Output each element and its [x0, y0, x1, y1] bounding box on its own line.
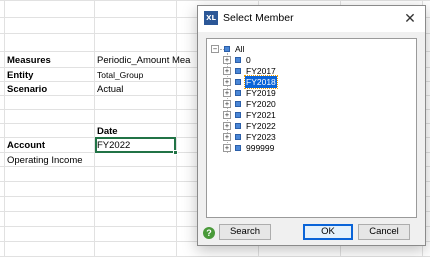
expand-icon[interactable]: +: [223, 144, 231, 152]
dialog-titlebar[interactable]: XL Select Member ✕: [198, 6, 425, 32]
expand-icon[interactable]: +: [223, 100, 231, 108]
help-icon[interactable]: ?: [203, 227, 215, 239]
grid-line: [94, 0, 95, 257]
expand-icon[interactable]: +: [223, 89, 231, 97]
collapse-icon[interactable]: −: [211, 45, 219, 53]
measures-label[interactable]: Measures: [7, 54, 51, 67]
member-node-icon: [235, 68, 241, 74]
measures-value[interactable]: Periodic_Amount Mea: [97, 54, 190, 67]
member-node-icon: [235, 90, 241, 96]
expand-icon[interactable]: +: [223, 122, 231, 130]
member-node-icon: [235, 101, 241, 107]
member-node-icon: [235, 112, 241, 118]
select-member-dialog: XL Select Member ✕ − All + 0 + FY2017 + …: [197, 5, 426, 246]
expand-icon[interactable]: +: [223, 67, 231, 75]
dialog-title: Select Member: [223, 12, 294, 24]
fill-handle[interactable]: [173, 150, 178, 155]
grid-line: [0, 0, 430, 1]
tree-node-999999[interactable]: + 999999: [207, 142, 327, 154]
operating-income-label[interactable]: Operating Income: [7, 154, 83, 167]
xl-app-icon: XL: [204, 11, 218, 25]
expand-icon[interactable]: +: [223, 111, 231, 119]
member-node-icon: [235, 79, 241, 85]
expand-icon[interactable]: +: [223, 56, 231, 64]
cancel-button[interactable]: Cancel: [358, 224, 410, 240]
account-label[interactable]: Account: [7, 139, 45, 152]
entity-label[interactable]: Entity: [7, 69, 33, 82]
member-node-icon: [235, 123, 241, 129]
scenario-value[interactable]: Actual: [97, 83, 123, 96]
member-tree[interactable]: − All + 0 + FY2017 + FY2018 + FY2019 + F…: [206, 38, 417, 218]
ok-button[interactable]: OK: [303, 224, 353, 240]
close-icon[interactable]: ✕: [398, 8, 422, 30]
grid-line: [4, 0, 5, 257]
tree-node-label[interactable]: 999999: [245, 142, 275, 154]
grid-line: [176, 0, 177, 257]
member-node-icon: [235, 134, 241, 140]
active-cell-selection[interactable]: [95, 137, 178, 155]
member-node-icon: [224, 46, 230, 52]
search-button[interactable]: Search: [219, 224, 271, 240]
expand-icon[interactable]: +: [223, 133, 231, 141]
entity-value[interactable]: Total_Group: [97, 69, 143, 82]
expand-icon[interactable]: +: [223, 78, 231, 86]
member-node-icon: [235, 57, 241, 63]
scenario-label[interactable]: Scenario: [7, 83, 47, 96]
member-node-icon: [235, 145, 241, 151]
